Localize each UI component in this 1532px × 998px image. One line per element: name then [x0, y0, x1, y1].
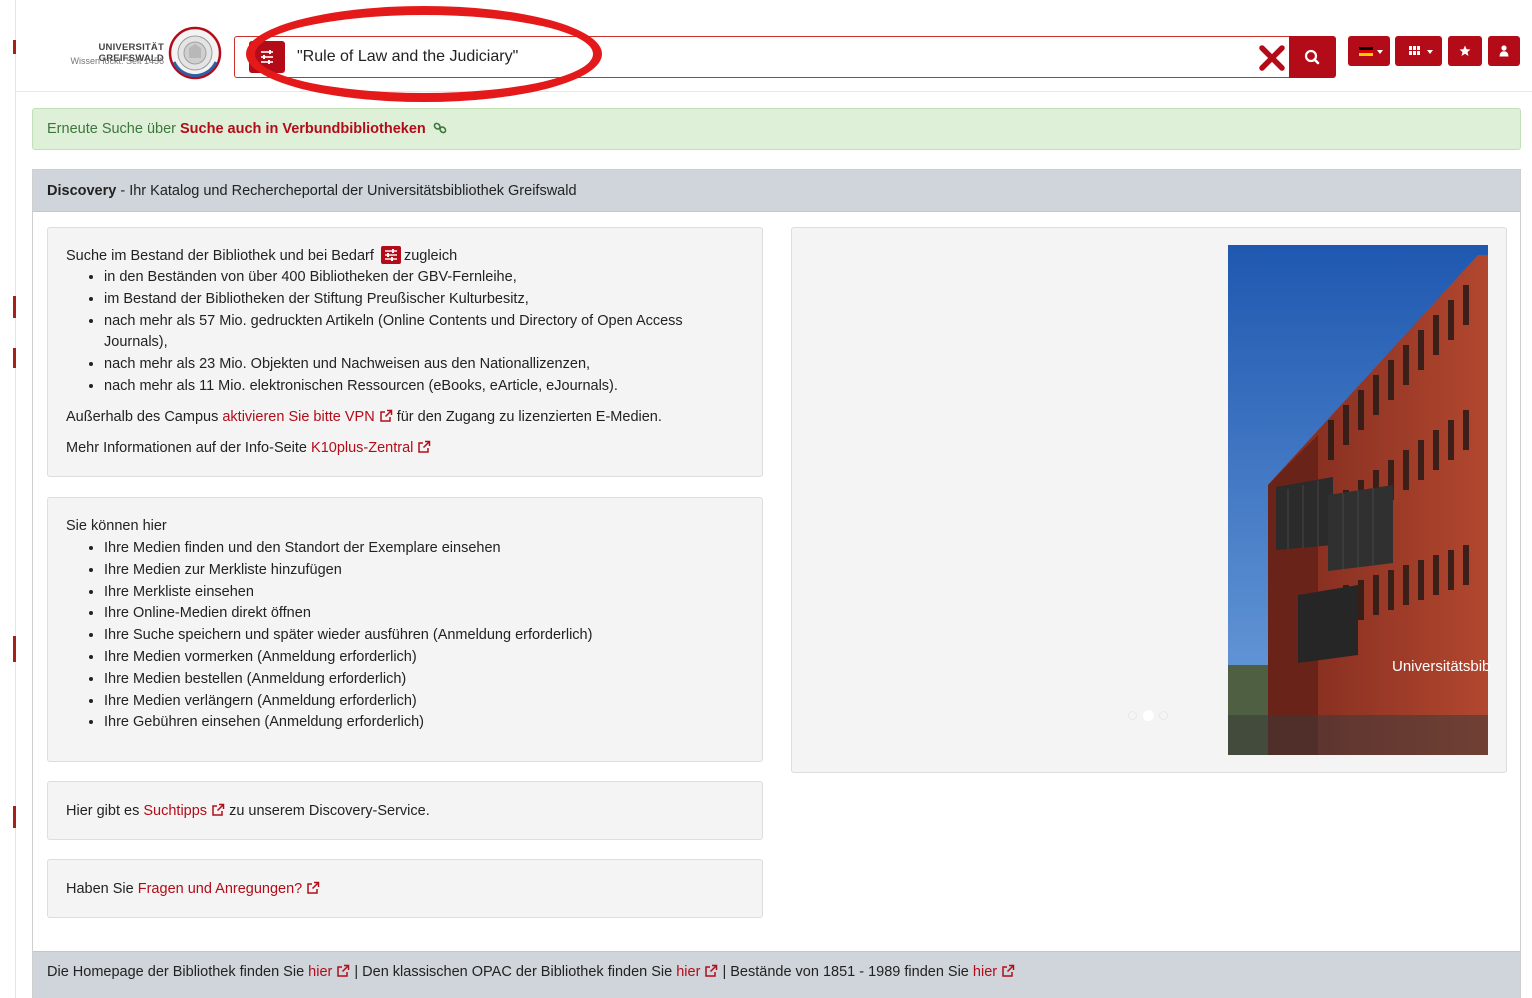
- edge-marker: [13, 296, 16, 318]
- edge-marker: [13, 636, 16, 662]
- list-item: nach mehr als 11 Mio. elektronischen Res…: [104, 376, 683, 398]
- search-button[interactable]: [1289, 36, 1336, 78]
- list-item: Ihre Suche speichern und später wieder a…: [104, 625, 592, 647]
- vpn-line: Außerhalb des Campus aktivieren Sie bitt…: [66, 407, 662, 427]
- logo-subtitle: Wissen lockt. Seit 1456: [70, 56, 164, 66]
- library-building-image: [1228, 245, 1488, 755]
- tips-line: Hier gibt es Suchtipps zu unserem Discov…: [66, 801, 430, 821]
- list-item: Ihre Medien finden und den Standort der …: [104, 538, 592, 560]
- chevron-down-icon: [1377, 50, 1383, 54]
- external-link-icon: [1002, 964, 1015, 977]
- tips-suffix: zu unserem Discovery-Service.: [225, 803, 430, 819]
- search-tips-box: Hier gibt es Suchtipps zu unserem Discov…: [47, 781, 763, 840]
- search-tips-link[interactable]: Suchtipps: [143, 803, 207, 819]
- magnifier-icon: [1304, 49, 1320, 65]
- close-x-icon: [1259, 45, 1285, 71]
- edge-marker: [13, 348, 16, 368]
- panel-title-rest: - Ihr Katalog und Rechercheportal der Un…: [116, 183, 577, 199]
- language-button[interactable]: [1348, 36, 1390, 66]
- feedback-box: Haben Sie Fragen und Anregungen?: [47, 859, 763, 918]
- view-button[interactable]: [1395, 36, 1442, 66]
- footer-holdings-text: | Bestände von 1851 - 1989 finden Sie: [718, 964, 973, 980]
- library-building-photo[interactable]: [1228, 245, 1488, 755]
- list-item: nach mehr als 23 Mio. Objekten und Nachw…: [104, 354, 683, 376]
- external-link-icon: [705, 964, 718, 977]
- external-link-icon: [379, 409, 392, 422]
- external-link-icon: [418, 440, 431, 453]
- intro-box: Suche im Bestand der Bibliothek und bei …: [47, 227, 763, 477]
- list-item: in den Beständen von über 400 Bibliothek…: [104, 267, 683, 289]
- notice-prefix: Erneute Suche über: [47, 121, 181, 137]
- features-lead: Sie können hier: [66, 518, 167, 534]
- panel-header: Discovery - Ihr Katalog und Recherchepor…: [33, 170, 1520, 212]
- link-icon: [433, 122, 447, 134]
- list-item-continuation: Journals),: [104, 334, 168, 351]
- university-seal-icon: [168, 26, 222, 80]
- discovery-panel: Discovery - Ihr Katalog und Recherchepor…: [32, 169, 1521, 998]
- chevron-down-icon: [1427, 50, 1433, 54]
- account-button[interactable]: [1488, 36, 1520, 66]
- tips-prefix: Hier gibt es: [66, 803, 144, 819]
- list-item: Ihre Medien verlängern (Anmeldung erford…: [104, 691, 592, 713]
- search-again-notice: Erneute Suche über Suche auch in Verbund…: [32, 108, 1521, 150]
- external-link-icon: [212, 803, 225, 816]
- list-item: im Bestand der Bibliotheken der Stiftung…: [104, 289, 683, 311]
- features-box: Sie können hier Ihre Medien finden und d…: [47, 497, 763, 762]
- top-navbar: UNIVERSITÄT GREIFSWALD Wissen lockt. Sei…: [16, 0, 1532, 102]
- intro-list: in den Beständen von über 400 Bibliothek…: [104, 267, 683, 398]
- list-item: nach mehr als 57 Mio. gedruckten Artikel…: [104, 311, 683, 333]
- info-prefix: Mehr Informationen auf der Info-Seite: [66, 440, 312, 456]
- carousel-caption: Universitätsbib: [1392, 658, 1491, 675]
- panel-title-bold: Discovery: [47, 183, 117, 199]
- list-item: Ihre Merkliste einsehen: [104, 582, 592, 604]
- k10plus-link[interactable]: K10plus-Zentral: [311, 440, 413, 456]
- list-item: Ihre Medien bestellen (Anmeldung erforde…: [104, 669, 592, 691]
- list-item: Ihre Online-Medien direkt öffnen: [104, 603, 592, 625]
- vpn-suffix: für den Zugang zu lizenzierten E-Medien.: [392, 409, 662, 425]
- network-libraries-link[interactable]: Suche auch in Verbundbibliotheken: [180, 121, 426, 137]
- carousel-dot-3[interactable]: [1159, 711, 1168, 720]
- features-list: Ihre Medien finden und den Standort der …: [104, 538, 592, 734]
- panel-title: Discovery - Ihr Katalog und Recherchepor…: [47, 183, 577, 199]
- external-link-icon: [307, 881, 320, 894]
- clear-search-button[interactable]: [1257, 43, 1287, 73]
- questions-prefix: Haben Sie: [66, 881, 138, 897]
- university-logo[interactable]: UNIVERSITÄT GREIFSWALD Wissen lockt. Sei…: [32, 26, 222, 84]
- sliders-icon: [380, 246, 401, 264]
- feedback-link[interactable]: Fragen und Anregungen?: [138, 881, 302, 897]
- notice-text: Erneute Suche über Suche auch in Verbund…: [47, 121, 450, 137]
- vpn-prefix: Außerhalb des Campus: [66, 409, 223, 425]
- carousel-dot-1[interactable]: [1128, 711, 1137, 720]
- intro-lead: Suche im Bestand der Bibliothek und bei …: [66, 246, 457, 266]
- questions-line: Haben Sie Fragen und Anregungen?: [66, 879, 320, 899]
- intro-lead-suffix: zugleich: [403, 248, 458, 264]
- list-item: Ihre Medien zur Merkliste hinzufügen: [104, 560, 592, 582]
- intro-lead-text: Suche im Bestand der Bibliothek und bei …: [66, 248, 374, 264]
- highlight-annotation: [246, 6, 602, 102]
- star-icon: [1459, 45, 1471, 56]
- opac-link[interactable]: hier: [676, 964, 700, 980]
- footer-opac-text: | Den klassischen OPAC der Bibliothek fi…: [350, 964, 677, 980]
- footer-homepage-text: Die Homepage der Bibliothek finden Sie: [47, 964, 309, 980]
- info-line: Mehr Informationen auf der Info-Seite K1…: [66, 438, 431, 458]
- image-carousel[interactable]: Universitätsbib: [791, 227, 1507, 773]
- holdings-1851-1989-link[interactable]: hier: [973, 964, 997, 980]
- footer-text: Die Homepage der Bibliothek finden Sie h…: [47, 964, 1015, 980]
- user-icon: [1499, 45, 1509, 57]
- german-flag-icon: [1359, 47, 1373, 56]
- external-link-icon: [337, 964, 350, 977]
- favorites-button[interactable]: [1448, 36, 1482, 66]
- window-edge: [0, 0, 16, 998]
- carousel-indicators: [1128, 710, 1178, 722]
- homepage-link[interactable]: hier: [308, 964, 332, 980]
- edge-marker: [13, 806, 16, 828]
- list-item: Ihre Medien vormerken (Anmeldung erforde…: [104, 647, 592, 669]
- list-item: Ihre Gebühren einsehen (Anmeldung erford…: [104, 712, 592, 734]
- carousel-dot-2[interactable]: [1143, 710, 1154, 721]
- vpn-link[interactable]: aktivieren Sie bitte VPN: [222, 409, 374, 425]
- grid-icon: [1409, 46, 1420, 55]
- panel-footer: Die Homepage der Bibliothek finden Sie h…: [33, 951, 1520, 998]
